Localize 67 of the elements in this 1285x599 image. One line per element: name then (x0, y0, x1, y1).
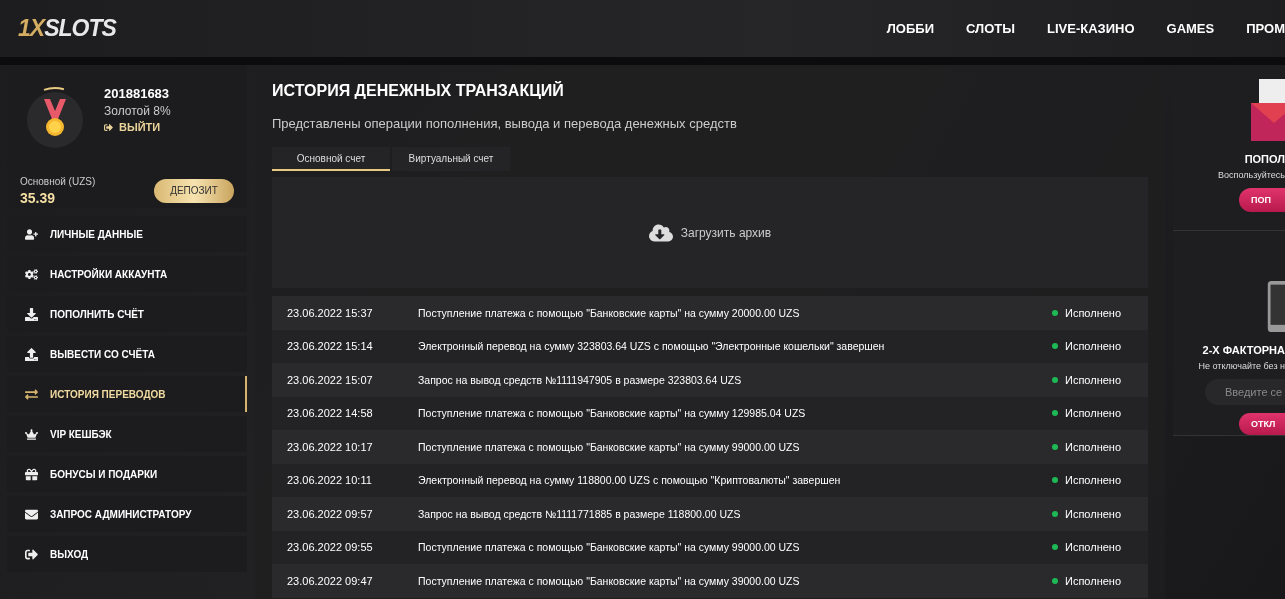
menu-item[interactable]: ЗАПРОС АДМИНИСТРАТОРУ (7, 496, 247, 532)
nav-link[interactable]: СЛОТЫ (966, 21, 1015, 36)
deposit-button[interactable]: ДЕПОЗИТ (154, 178, 234, 203)
transaction-date: 23.06.2022 09:47 (287, 574, 374, 587)
transaction-date: 23.06.2022 15:14 (287, 340, 374, 353)
logout-link[interactable]: ВЫЙТИ (104, 121, 234, 133)
status-dot (1052, 443, 1058, 450)
transaction-status: Исполнено (1065, 541, 1122, 554)
nav-link[interactable]: ПРОМ (1246, 21, 1285, 36)
account-tab[interactable]: Виртуальный счет (392, 147, 510, 171)
promo-text: Воспользуйтесь (1218, 170, 1285, 180)
disable-button[interactable]: ОТКЛ (1239, 412, 1285, 435)
balance-label: Основной (UZS) (20, 175, 96, 187)
transaction-date: 23.06.2022 10:17 (287, 440, 374, 453)
menu-item[interactable]: ВЫХОД (7, 536, 247, 572)
nav-link[interactable]: GAMES (1166, 21, 1215, 36)
balance-value: 35.39 (20, 189, 57, 206)
status-dot (1052, 510, 1058, 517)
transaction-status: Исполнено (1065, 373, 1122, 386)
transaction-status: Исполнено (1065, 440, 1122, 453)
envelope-icon (1251, 79, 1285, 141)
transaction-description: Поступление платежа с помощью "Банковские карты" на сумму 99000.00 UZS (418, 541, 801, 554)
transaction-description: Поступление платежа с помощью "Банковские карты" на сумму 20000.00 UZS (418, 306, 801, 319)
transaction-description: Электронный перевод на сумму 118800.00 UZS с помощью "Криптовалюты" завершен (418, 474, 842, 487)
promo-button[interactable]: ПОП (1239, 188, 1285, 212)
menu-item[interactable]: ИСТОРИЯ ПЕРЕВОДОВ (7, 376, 247, 412)
page-subtitle: Представлены операции пополнения, вывода и перевода денежных средств (272, 116, 738, 131)
status-dot (1052, 410, 1058, 417)
download-archive-link[interactable]: Загрузить архив (648, 220, 772, 245)
status-dot (1052, 477, 1058, 484)
transaction-description: Поступление платежа с помощью "Банковские карты" на сумму 129985.04 UZS (418, 407, 807, 420)
status-dot (1052, 376, 1058, 383)
promo-title: ПОПОЛ (1244, 153, 1285, 165)
transaction-date: 23.06.2022 15:37 (287, 306, 374, 319)
twofa-title: 2-Х ФАКТОРНА (1202, 344, 1285, 357)
status-dot (1052, 343, 1058, 350)
transaction-description: Запрос на вывод средств №1111771885 в размере 118800.00 UZS (418, 507, 742, 520)
transaction-status: Исполнено (1065, 340, 1122, 353)
menu-item[interactable]: VIP КЕШБЭК (7, 416, 247, 452)
transaction-status: Исполнено (1065, 574, 1122, 587)
status-dot (1052, 577, 1058, 584)
logo[interactable]: 1XSLOTS (18, 15, 116, 42)
status-dot (1052, 309, 1058, 316)
vip-status: Золотой 8% (104, 104, 172, 118)
logout-icon (104, 122, 113, 132)
transaction-date: 23.06.2022 09:55 (287, 541, 374, 554)
transaction-status: Исполнено (1065, 474, 1122, 487)
nav-link[interactable]: LIVE-КАЗИНО (1047, 21, 1135, 36)
nav-link[interactable]: ЛОББИ (886, 21, 934, 36)
account-tab[interactable]: Основной счет (272, 147, 390, 171)
transaction-status: Исполнено (1065, 507, 1122, 520)
code-input-field[interactable]: Введите се (1205, 379, 1285, 405)
transaction-status: Исполнено (1065, 306, 1122, 319)
transaction-description: Электронный перевод на сумму 323803.64 UZS с помощью "Электронные кошельки" завершен (418, 340, 886, 353)
transaction-status: Исполнено (1065, 407, 1122, 420)
transaction-date: 23.06.2022 14:58 (287, 407, 374, 420)
transaction-date: 23.06.2022 10:11 (287, 474, 373, 487)
transaction-date: 23.06.2022 15:07 (287, 373, 374, 386)
twofa-text: Не отключайте без н (1198, 361, 1285, 372)
transaction-date: 23.06.2022 09:57 (287, 507, 374, 520)
page-title: ИСТОРИЯ ДЕНЕЖНЫХ ТРАНЗАКЦИЙ (272, 82, 565, 100)
transaction-description: Запрос на вывод средств №1111947905 в размере 323803.64 UZS (418, 373, 743, 386)
menu-item[interactable]: БОНУСЫ И ПОДАРКИ (7, 456, 247, 492)
transaction-description: Поступление платежа с помощью "Банковские карты" на сумму 99000.00 UZS (418, 440, 801, 453)
user-id: 201881683 (104, 86, 171, 101)
status-dot (1052, 544, 1058, 551)
transaction-description: Поступление платежа с помощью "Банковские карты" на сумму 39000.00 UZS (418, 574, 801, 587)
